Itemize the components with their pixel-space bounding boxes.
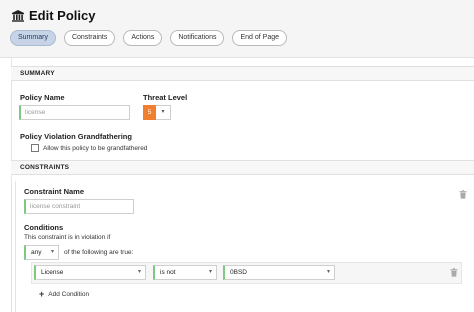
chevron-down-icon: ▾ xyxy=(137,269,141,275)
tab-constraints[interactable]: Constraints xyxy=(63,30,116,46)
condition-operator-value: is not xyxy=(160,269,176,276)
summary-section-header: SUMMARY xyxy=(11,66,474,81)
trash-icon[interactable] xyxy=(459,190,467,199)
chevron-down-icon: ▾ xyxy=(50,249,54,255)
threat-level-label: Threat Level xyxy=(143,93,188,102)
constraints-section-header: CONSTRAINTS xyxy=(11,160,474,175)
tab-notifications[interactable]: Notifications xyxy=(170,30,225,46)
constraint-name-label: Constraint Name xyxy=(24,187,85,196)
threat-level-value: 5 xyxy=(143,105,156,120)
condition-value-select[interactable]: 0BSD ▾ xyxy=(223,265,335,280)
add-condition-button[interactable]: + Add Condition xyxy=(39,289,89,299)
condition-field-value: License xyxy=(41,269,64,276)
chevron-down-icon: ▾ xyxy=(208,269,212,275)
grandfathering-checkbox-label: Allow this policy to be grandfathered xyxy=(43,145,148,152)
match-operator-select[interactable]: any ▾ xyxy=(24,245,59,260)
tab-end-of-page[interactable]: End of Page xyxy=(232,30,287,46)
tab-bar: Summary Constraints Actions Notification… xyxy=(10,30,295,46)
add-condition-label: Add Condition xyxy=(48,290,90,298)
policy-name-label: Policy Name xyxy=(20,93,65,102)
conditions-label: Conditions xyxy=(24,223,64,232)
match-suffix-text: of the following are true: xyxy=(64,249,134,256)
chevron-down-icon: ▾ xyxy=(326,269,330,275)
policy-name-input[interactable]: license xyxy=(19,105,130,120)
constraints-section-title: CONSTRAINTS xyxy=(20,164,70,171)
condition-operator-select[interactable]: is not ▾ xyxy=(153,265,217,280)
grandfathering-checkbox[interactable] xyxy=(31,144,39,152)
tab-summary[interactable]: Summary xyxy=(10,30,56,46)
threat-level-select[interactable]: 5 ▾ xyxy=(143,105,171,120)
grandfathering-label: Policy Violation Grandfathering xyxy=(20,132,132,141)
page-header: Edit Policy Summary Constraints Actions … xyxy=(0,0,474,58)
trash-icon[interactable] xyxy=(450,268,458,277)
tab-actions[interactable]: Actions xyxy=(123,30,163,46)
plus-icon: + xyxy=(39,289,45,299)
match-operator-value: any xyxy=(31,249,42,256)
chevron-down-icon: ▾ xyxy=(156,105,171,120)
condition-field-select[interactable]: License ▾ xyxy=(34,265,146,280)
building-icon xyxy=(12,9,24,22)
constraint-name-input[interactable]: license constraint xyxy=(24,199,134,214)
title-row: Edit Policy xyxy=(11,8,95,23)
violation-intro-text: This constraint is in violation if xyxy=(24,234,111,241)
page-title: Edit Policy xyxy=(29,8,96,23)
summary-section-title: SUMMARY xyxy=(20,70,55,77)
condition-value-value: 0BSD xyxy=(230,269,247,276)
